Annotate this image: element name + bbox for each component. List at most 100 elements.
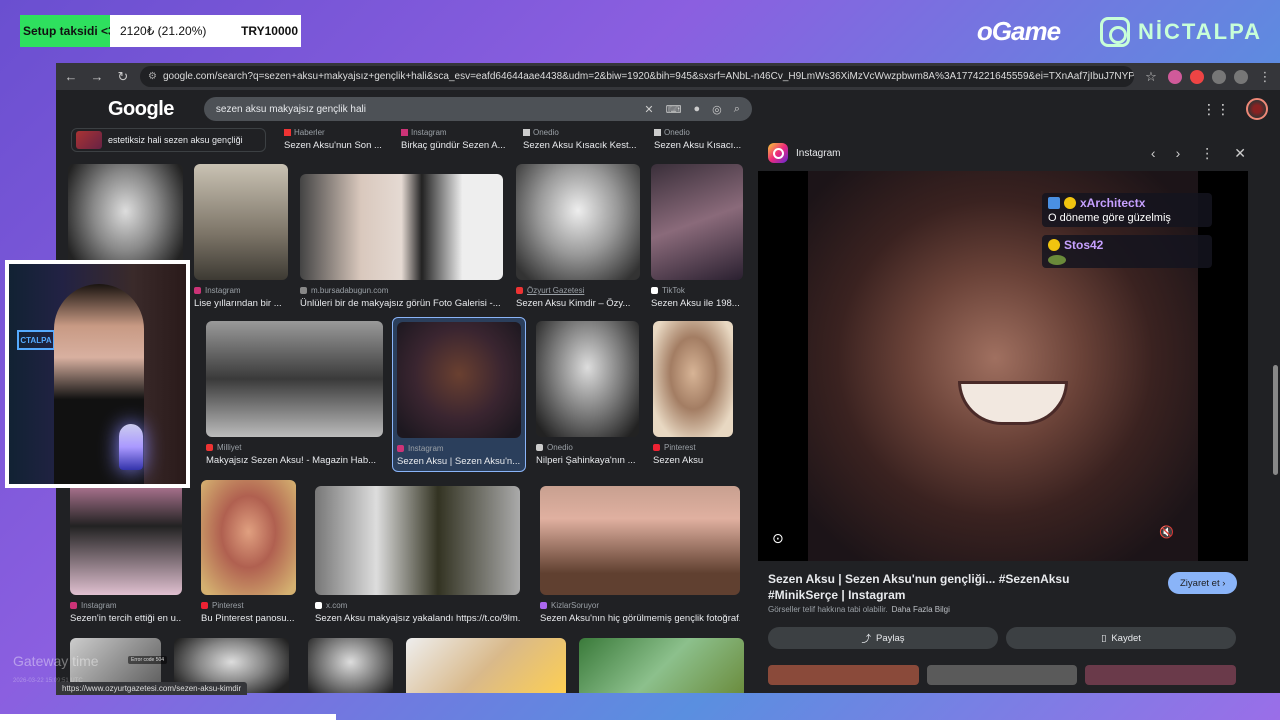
tile-source: Onedio <box>547 443 573 452</box>
result-image[interactable] <box>653 321 733 437</box>
lens-search-icon[interactable]: ⊙ <box>772 530 784 547</box>
chip-title: Birkaç gündür Sezen A... <box>401 140 506 151</box>
favicon <box>401 129 408 136</box>
result-chip[interactable]: Haberler Sezen Aksu'nun Son ... <box>284 128 382 154</box>
tile-title: Ünlüleri bir de makyajsız görün Foto Gal… <box>300 298 501 309</box>
lens-icon[interactable]: ◎ <box>712 103 722 116</box>
mic-icon[interactable]: ● <box>693 103 700 115</box>
image-tile[interactable]: x.com Sezen Aksu makyajsız yakalandı htt… <box>315 486 520 624</box>
ticker-label: Setup taksidi <3 <box>20 15 110 47</box>
image-tile-selected[interactable]: Instagram Sezen Aksu | Sezen Aksu'n... <box>392 317 526 472</box>
result-image[interactable] <box>397 322 521 438</box>
result-image[interactable] <box>194 164 288 280</box>
tile-source: KizlarSoruyor <box>551 601 600 610</box>
search-icon[interactable]: ⌕ <box>734 103 740 116</box>
extension-icon[interactable] <box>1212 69 1226 84</box>
related-image[interactable] <box>1085 665 1237 685</box>
panel-title[interactable]: Sezen Aksu | Sezen Aksu'nun gençliği... … <box>768 571 1128 603</box>
badge-icon <box>1048 197 1060 209</box>
related-strip <box>768 665 1237 685</box>
site-info-icon[interactable]: ⚙ <box>148 71 157 82</box>
image-tile[interactable]: KizlarSoruyor Sezen Aksu'nın hiç görülme… <box>540 486 740 624</box>
related-image[interactable] <box>926 665 1078 685</box>
google-logo[interactable]: Google <box>108 98 174 121</box>
related-image[interactable] <box>768 665 919 685</box>
result-image[interactable] <box>201 480 296 595</box>
result-image[interactable] <box>308 638 393 693</box>
chat-emote <box>1048 255 1066 265</box>
menu-icon[interactable]: ⋮ <box>1256 69 1274 85</box>
related-text: estetiksiz hali sezen aksu gençliği <box>108 135 243 145</box>
result-chip[interactable]: Onedio Sezen Aksu Kısacık Kest... <box>523 128 637 154</box>
image-tile[interactable]: TikTok Sezen Aksu ile 198... <box>651 164 743 309</box>
tile-source[interactable]: Özyurt Gazetesi <box>527 286 584 295</box>
ticker-goal: TRY10000 <box>241 24 298 38</box>
clear-icon[interactable]: ✕ <box>644 103 653 116</box>
tile-title: Nilperi Şahinkaya'nın ... <box>536 455 636 466</box>
prev-icon[interactable]: ‹ <box>1151 145 1156 162</box>
result-image[interactable] <box>206 321 383 437</box>
image-tile[interactable]: Onedio Nilperi Şahinkaya'nın ... <box>536 321 639 466</box>
nictalpa-logo: NİCTALPA <box>1100 16 1262 47</box>
extension-icon[interactable] <box>1168 69 1182 84</box>
result-image[interactable] <box>406 638 566 693</box>
reload-icon[interactable]: ↻ <box>114 69 132 85</box>
search-input[interactable]: sezen aksu makyajsız gençlik hali ✕ ⌨ ● … <box>203 97 752 121</box>
related-search-chip[interactable]: estetiksiz hali sezen aksu gençliği <box>71 128 266 152</box>
ticker-progress: 2120₺ (21.20%) <box>120 24 207 38</box>
share-button[interactable]: ⤴ Paylaş <box>768 627 998 649</box>
result-image[interactable] <box>516 164 640 280</box>
panel-site[interactable]: Instagram <box>796 148 840 159</box>
image-tile[interactable] <box>308 638 393 693</box>
keyboard-icon[interactable]: ⌨ <box>666 103 682 116</box>
image-tile[interactable]: m.bursadabugun.com Ünlüleri bir de makya… <box>300 174 503 309</box>
stream-logos: oGame NİCTALPA <box>977 16 1262 47</box>
extension-icon[interactable] <box>1190 69 1204 84</box>
more-info-link[interactable]: Daha Fazla Bilgi <box>892 605 950 614</box>
mute-icon[interactable]: 🔇 <box>1159 525 1174 539</box>
close-icon[interactable]: ✕ <box>1234 145 1246 162</box>
result-image[interactable] <box>315 486 520 595</box>
url-input[interactable]: ⚙ google.com/search?q=sezen+aksu+makyajs… <box>140 66 1134 87</box>
image-tile[interactable]: Pinterest Sezen Aksu <box>653 321 733 466</box>
result-image[interactable] <box>651 164 743 280</box>
save-label: Kaydet <box>1111 632 1141 644</box>
chat-text: O döneme göre güzelmiş <box>1048 212 1171 224</box>
result-image[interactable] <box>540 486 740 595</box>
save-button[interactable]: ▯ Kaydet <box>1006 627 1236 649</box>
copyright-text: Görseller telif hakkına tabi olabilir. <box>768 605 888 614</box>
next-icon[interactable]: › <box>1176 145 1181 162</box>
back-icon[interactable]: ← <box>62 69 80 84</box>
visit-button[interactable]: Ziyaret et › <box>1168 572 1238 594</box>
image-tile[interactable]: Instagram Sezen'in tercih ettiği en u... <box>70 480 182 624</box>
result-image[interactable] <box>536 321 639 437</box>
extensions-puzzle-icon[interactable] <box>1234 69 1248 84</box>
scrollbar-thumb[interactable] <box>1273 365 1278 475</box>
image-tile[interactable] <box>579 638 744 693</box>
tile-title: Sezen Aksu Kimdir – Özy... <box>516 298 631 309</box>
bookmark-star-icon[interactable]: ☆ <box>1142 69 1160 85</box>
preview-image[interactable]: ⊙ 🔇 xArchitectx O döneme göre güzelmiş S… <box>758 171 1248 561</box>
instagram-icon <box>1100 16 1131 47</box>
result-chip[interactable]: Instagram Birkaç gündür Sezen A... <box>401 128 506 154</box>
result-image[interactable] <box>70 480 182 595</box>
result-chip[interactable]: Onedio Sezen Aksu Kısacı... <box>654 128 741 154</box>
address-bar-row: ← → ↻ ⚙ google.com/search?q=sezen+aksu+m… <box>56 63 1280 90</box>
image-tile[interactable]: Özyurt Gazetesi Sezen Aksu Kimdir – Özy.… <box>516 164 640 309</box>
pinterest-icon <box>653 444 660 451</box>
account-avatar[interactable] <box>1246 98 1268 120</box>
image-tile[interactable]: Milliyet Makyajsız Sezen Aksu! - Magazin… <box>206 321 383 466</box>
tile-title: Bu Pinterest panosu... <box>201 613 295 624</box>
more-icon[interactable]: ⋮ <box>1200 145 1214 162</box>
result-image[interactable] <box>579 638 744 693</box>
status-url: https://www.ozyurtgazetesi.com/sezen-aks… <box>56 682 248 695</box>
forward-icon[interactable]: → <box>88 69 106 84</box>
image-tile[interactable]: Pinterest Bu Pinterest panosu... <box>201 480 296 624</box>
image-tile[interactable] <box>406 638 566 693</box>
image-tile[interactable]: Instagram Lise yıllarından bir ... <box>194 164 288 309</box>
tile-source: Instagram <box>81 601 117 610</box>
apps-grid-icon[interactable]: ⋮⋮ <box>1202 101 1230 118</box>
page-scrollbar[interactable] <box>1271 155 1278 693</box>
tile-title: Makyajsız Sezen Aksu! - Magazin Hab... <box>206 455 377 466</box>
result-image[interactable] <box>300 174 503 280</box>
